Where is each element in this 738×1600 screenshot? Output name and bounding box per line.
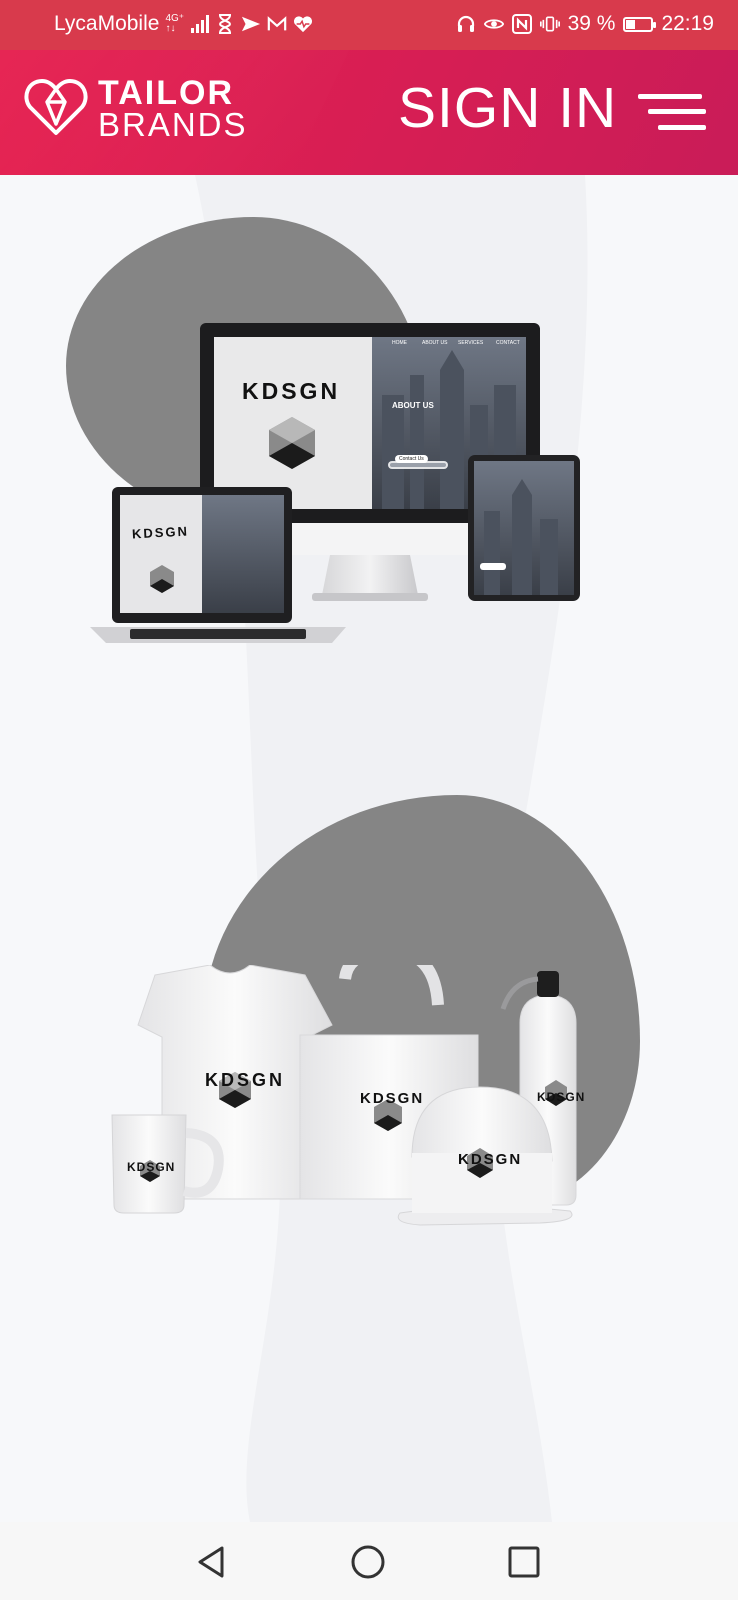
cap-brand-name: KDSGN [458,1151,523,1168]
eye-comfort-icon [483,14,504,34]
site-nav-home: HOME [392,340,407,346]
showcase-area: KDSGN KDSGN HOME ABOUT US SERVICES CONTA… [0,175,738,1522]
mail-icon [267,14,287,34]
system-navigation-bar [0,1522,738,1600]
logo-heart-icon [24,75,88,142]
laptop-brand-name: KDSGN [131,523,190,542]
hamburger-menu-icon[interactable] [638,94,706,130]
merchandise-mockup-image [111,965,577,1226]
logo-wordmark: TAILOR BRANDS [98,73,248,143]
status-right: 39 % 22:19 [456,12,714,36]
home-circle-icon[interactable] [346,1540,390,1584]
carrier-name: LycaMobile [54,12,160,35]
site-nav-services: SERVICES [458,340,484,346]
site-heading: ABOUT US [392,401,434,410]
tailor-brands-logo[interactable]: TAILOR BRANDS [24,75,248,142]
signal-icon [191,15,210,33]
battery-percent: 39 % [567,12,616,35]
mug-brand-name: KDSGN [127,1160,176,1174]
back-triangle-icon[interactable] [190,1540,234,1584]
hourglass-icon [215,14,235,34]
tote-brand-name: KDSGN [360,1090,425,1107]
send-icon [241,14,261,34]
device-mockup-image [90,323,580,643]
site-contact-button: Contact Us [395,455,428,463]
logo-line-2: BRANDS [98,105,248,143]
logo-line-1: TAILOR [98,73,235,112]
nfc-icon [511,14,532,34]
network-type: 4G⁺ ↑↓ [165,13,185,34]
tshirt-brand-name: KDSGN [205,1070,286,1090]
site-header: TAILOR BRANDS SIGN IN [0,50,738,175]
site-nav-contact: CONTACT [496,340,520,346]
clock: 22:19 [661,12,714,35]
status-bar: LycaMobile 4G⁺ ↑↓ 39 % 22:19 [0,0,738,50]
battery-icon [623,16,657,32]
monitor-brand-name: KDSGN [242,378,341,404]
status-left: LycaMobile 4G⁺ ↑↓ [54,12,313,36]
headset-icon [456,14,476,34]
health-heart-icon [293,14,313,34]
vibrate-icon [539,14,560,34]
sign-in-button[interactable]: SIGN IN [398,78,617,138]
bottle-brand-name: KDSGN [537,1090,586,1104]
site-nav-about: ABOUT US [422,340,448,346]
recents-square-icon[interactable] [502,1540,546,1584]
